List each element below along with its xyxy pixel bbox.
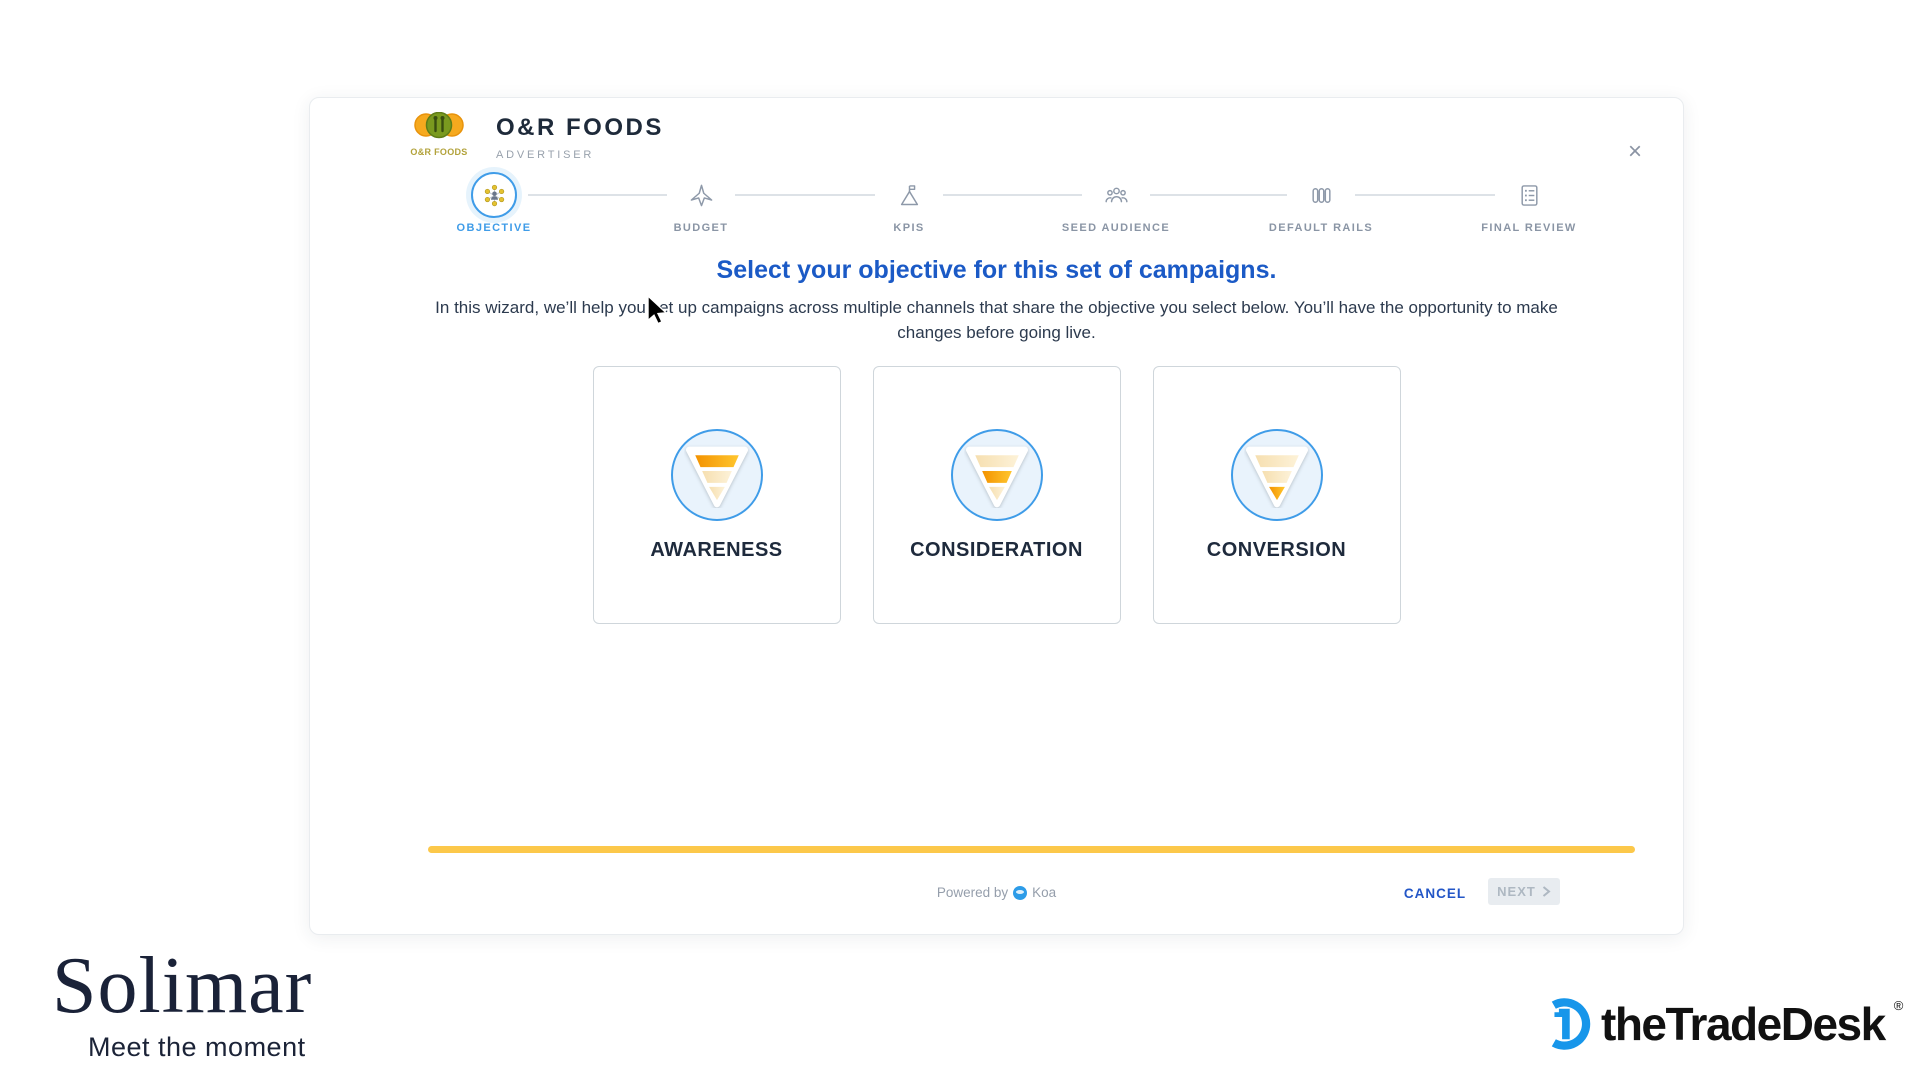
objective-card-consideration[interactable]: CONSIDERATION [873,366,1121,624]
objective-label: CONSIDERATION [874,539,1120,562]
next-button-label: NEXT [1497,884,1536,899]
koa-label: Koa [1032,885,1056,900]
solimar-tagline: Meet the moment [88,1032,312,1063]
stepper-step-objective[interactable]: OBJECTIVE [414,170,574,242]
stepper-step-kpis[interactable]: KPIS [829,170,989,242]
cancel-button[interactable]: CANCEL [1390,886,1480,901]
chevron-right-icon [1542,886,1551,897]
registered-mark: ® [1894,998,1904,1013]
stepper-connector [943,194,1082,196]
stepper-label: SEED AUDIENCE [1036,222,1196,234]
advertiser-type-label: ADVERTISER [496,149,664,161]
trade-desk-logo-icon [1536,996,1592,1052]
objective-card-awareness[interactable]: AWARENESS [593,366,841,624]
objective-cards: AWARENESS CONSIDERATION [310,366,1683,624]
advertiser-logo: O&R FOODS [410,112,468,157]
close-icon[interactable]: × [1621,138,1649,166]
stepper-step-budget[interactable]: BUDGET [621,170,781,242]
solimar-wordmark: Solimar [52,944,312,1028]
funnel-awareness-icon [671,429,763,521]
mouse-cursor [646,296,672,326]
stepper-connector [735,194,875,196]
solimar-branding: Solimar Meet the moment [52,944,312,1063]
advertiser-name: O&R FOODS [496,114,664,142]
funnel-conversion-icon [1231,429,1323,521]
stepper-step-default-rails[interactable]: DEFAULT RAILS [1241,170,1401,242]
stepper-step-seed-audience[interactable]: SEED AUDIENCE [1036,170,1196,242]
logo-caption: O&R FOODS [410,147,468,157]
funnel-consideration-icon [951,429,1043,521]
trade-desk-branding: theTradeDesk ® [1536,996,1903,1052]
stepper-step-final-review[interactable]: FINAL REVIEW [1449,170,1609,242]
trade-desk-wordmark: theTradeDesk [1601,997,1885,1051]
koa-logo-icon [1013,886,1027,900]
stepper-label: DEFAULT RAILS [1241,222,1401,234]
or-foods-logo-icon [414,112,464,144]
stepper-label: FINAL REVIEW [1449,222,1609,234]
stepper-label: BUDGET [621,222,781,234]
stepper-label: OBJECTIVE [414,222,574,234]
powered-by-text: Powered by [937,885,1008,900]
objective-card-conversion[interactable]: CONVERSION [1153,366,1401,624]
objective-label: AWARENESS [594,539,840,562]
wizard-progress-bar [428,846,1635,853]
stepper-connector [1355,194,1495,196]
page-title: Select your objective for this set of ca… [310,256,1683,285]
campaign-wizard-modal: O&R FOODS O&R FOODS ADVERTISER × [309,97,1684,935]
stepper-label: KPIS [829,222,989,234]
stepper-connector [528,194,667,196]
page-subtitle: In this wizard, we’ll help you set up ca… [310,296,1683,345]
next-button[interactable]: NEXT [1488,878,1560,905]
advertiser-header: O&R FOODS ADVERTISER [496,114,664,161]
stepper-connector [1150,194,1287,196]
objective-label: CONVERSION [1154,539,1400,562]
objective-network-icon [471,172,517,218]
